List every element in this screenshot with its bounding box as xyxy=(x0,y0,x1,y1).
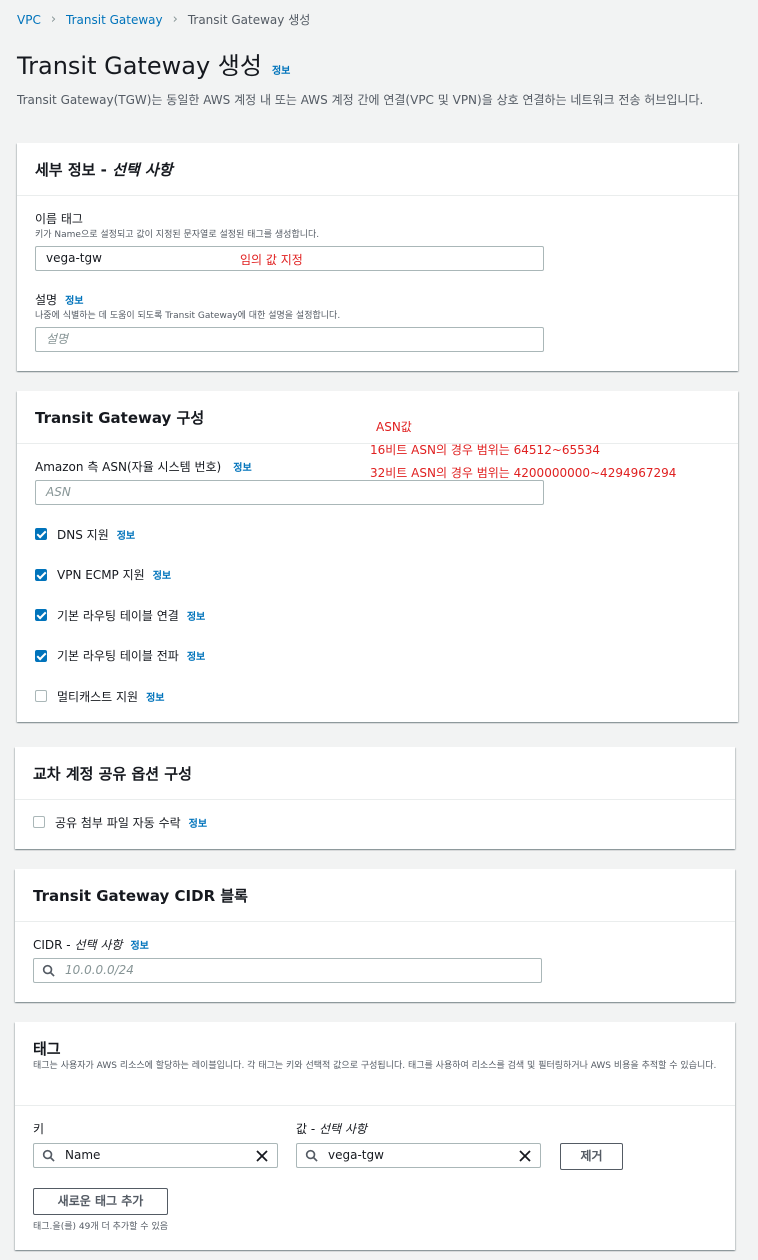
chevron-right-icon: › xyxy=(50,12,57,27)
cidr-input[interactable]: 10.0.0.0/24 xyxy=(33,958,542,983)
auto-accept-label: 공유 첨부 파일 자동 수락 정보 xyxy=(55,816,208,830)
dns-support-label: DNS 지원 정보 xyxy=(57,528,136,542)
description-hint: 나중에 식별하는 데 도움이 되도록 Transit Gateway에 대한 설… xyxy=(35,311,341,321)
page-description: Transit Gateway(TGW)는 동일한 AWS 계정 내 또는 AW… xyxy=(17,93,704,107)
asn-input[interactable]: ASN xyxy=(35,480,544,505)
tag-value-input[interactable]: vega-tgw xyxy=(296,1143,541,1168)
cidr-info-link[interactable]: 정보 xyxy=(130,941,148,952)
page-info-link[interactable]: 정보 xyxy=(272,62,290,77)
default-rt-association-label: 기본 라우팅 테이블 연결 정보 xyxy=(57,609,206,623)
tag-key-input[interactable]: Name xyxy=(33,1143,278,1168)
multicast-info-link[interactable]: 정보 xyxy=(146,693,164,704)
name-tag-label: 이름 태그 xyxy=(35,212,83,226)
description-info-link[interactable]: 정보 xyxy=(65,296,83,307)
sharing-panel-title: 교차 계정 공유 옵션 구성 xyxy=(33,765,192,783)
tags-description: 태그는 사용자가 AWS 리소스에 할당하는 레이블입니다. 각 태그는 키와 … xyxy=(33,1061,717,1071)
asn-label: Amazon 측 ASN(자율 시스템 번호) 정보 xyxy=(35,460,252,474)
vpn-ecmp-info-link[interactable]: 정보 xyxy=(153,571,171,582)
auto-accept-checkbox[interactable] xyxy=(33,816,45,828)
search-icon xyxy=(42,964,55,977)
breadcrumb-tgw-link[interactable]: Transit Gateway xyxy=(66,13,163,27)
breadcrumb: VPC › Transit Gateway › Transit Gateway … xyxy=(17,11,310,28)
cidr-panel-header: Transit Gateway CIDR 블록 xyxy=(15,869,735,922)
chevron-right-icon: › xyxy=(172,12,178,27)
search-icon xyxy=(42,1149,55,1162)
dns-support-info-link[interactable]: 정보 xyxy=(117,531,135,542)
page-header: Transit Gateway 생성 정보 xyxy=(17,46,290,81)
clear-icon[interactable] xyxy=(518,1149,532,1163)
default-rt-association-info-link[interactable]: 정보 xyxy=(187,612,205,623)
tags-panel: 태그 태그는 사용자가 AWS 리소스에 할당하는 레이블입니다. 각 태그는 … xyxy=(15,1022,735,1250)
default-rt-association-checkbox[interactable] xyxy=(35,609,47,621)
asn-info-link[interactable]: 정보 xyxy=(233,463,251,474)
tag-value-label: 값 - 선택 사항 xyxy=(296,1122,367,1136)
clear-icon[interactable] xyxy=(255,1149,269,1163)
tags-panel-title: 태그 xyxy=(33,1040,61,1058)
details-panel-header: 세부 정보 - 선택 사항 xyxy=(17,143,738,196)
description-label: 설명 정보 xyxy=(35,293,84,307)
config-panel-title: Transit Gateway 구성 xyxy=(35,409,205,427)
breadcrumb-current: Transit Gateway 생성 xyxy=(187,13,311,27)
tag-key-label: 키 xyxy=(33,1122,45,1136)
dns-support-checkbox[interactable] xyxy=(35,528,47,540)
description-input[interactable]: 설명 xyxy=(35,327,544,352)
cidr-label: CIDR - 선택 사항 정보 xyxy=(33,938,149,952)
asn-annotation-16bit: 16비트 ASN의 경우 범위는 64512~65534 xyxy=(370,443,601,457)
asn-annotation-32bit: 32비트 ASN의 경우 범위는 4200000000~4294967294 xyxy=(370,466,677,480)
sharing-panel-header: 교차 계정 공유 옵션 구성 xyxy=(15,747,735,800)
details-panel: 세부 정보 - 선택 사항 이름 태그 키가 Name으로 설정되고 값이 지정… xyxy=(17,143,738,371)
cidr-panel-title: Transit Gateway CIDR 블록 xyxy=(33,887,248,905)
search-icon xyxy=(305,1149,318,1162)
name-tag-hint: 키가 Name으로 설정되고 값이 지정된 문자열로 설정된 태그를 생성합니다… xyxy=(35,230,320,240)
auto-accept-info-link[interactable]: 정보 xyxy=(189,819,207,830)
default-rt-propagation-label: 기본 라우팅 테이블 전파 정보 xyxy=(57,649,206,663)
multicast-checkbox[interactable] xyxy=(35,690,47,702)
default-rt-propagation-info-link[interactable]: 정보 xyxy=(187,652,205,663)
tags-remaining-hint: 태그.을(를) 49개 더 추가할 수 있음 xyxy=(33,1222,169,1232)
vpn-ecmp-label: VPN ECMP 지원 정보 xyxy=(57,568,172,582)
details-panel-title: 세부 정보 - 선택 사항 xyxy=(35,161,173,179)
vpn-ecmp-checkbox[interactable] xyxy=(35,569,47,581)
name-tag-annotation: 임의 값 지정 xyxy=(240,253,303,267)
config-panel: Transit Gateway 구성 Amazon 측 ASN(자율 시스템 번… xyxy=(17,391,738,722)
remove-tag-button[interactable]: 제거 xyxy=(560,1143,623,1170)
page-title: Transit Gateway 생성 xyxy=(17,52,262,80)
multicast-label: 멀티캐스트 지원 정보 xyxy=(57,690,165,704)
breadcrumb-vpc-link[interactable]: VPC xyxy=(17,13,41,27)
tags-panel-header: 태그 태그는 사용자가 AWS 리소스에 할당하는 레이블입니다. 각 태그는 … xyxy=(15,1022,735,1106)
default-rt-propagation-checkbox[interactable] xyxy=(35,650,47,662)
add-tag-button[interactable]: 새로운 태그 추가 xyxy=(33,1188,168,1215)
sharing-panel: 교차 계정 공유 옵션 구성 공유 첨부 파일 자동 수락 정보 xyxy=(15,747,735,849)
asn-annotation-title: ASN값 xyxy=(376,420,412,434)
cidr-panel: Transit Gateway CIDR 블록 CIDR - 선택 사항 정보 1… xyxy=(15,869,735,1002)
